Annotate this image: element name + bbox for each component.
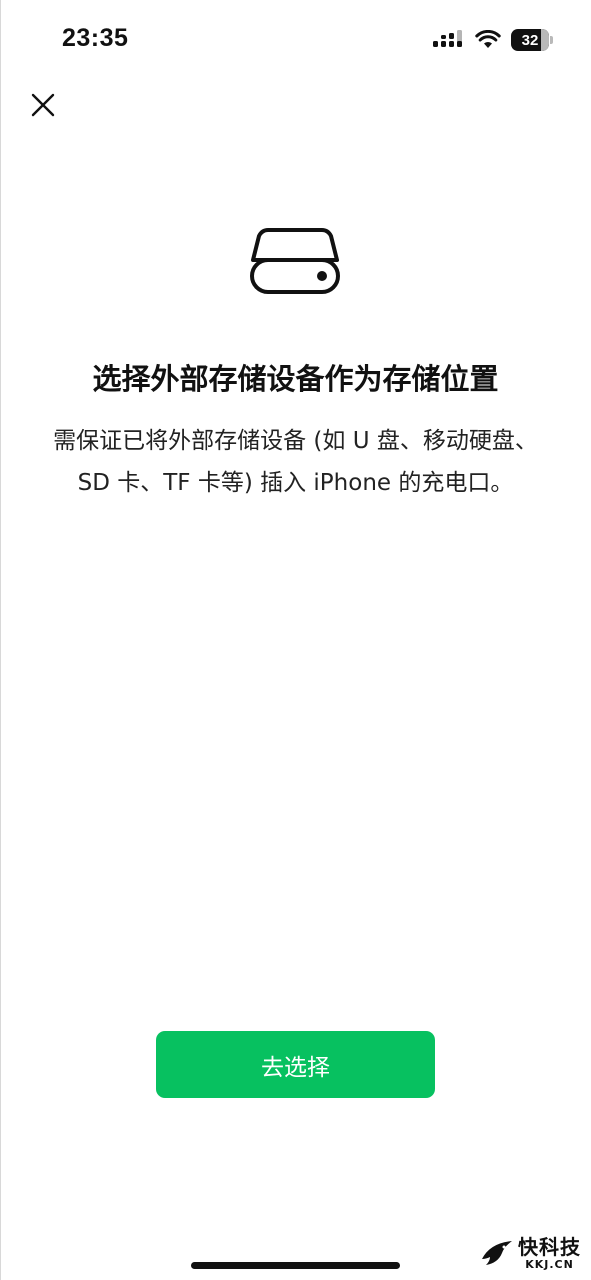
close-button[interactable] [26,88,60,122]
page-title: 选择外部存储设备作为存储位置 [92,362,499,396]
watermark-main-text: 快科技 [518,1235,581,1259]
screen: 23:35 32 选择外部存储设备作为存储位置 需保证已将外部存储设备 (如 U… [0,0,591,1280]
wifi-icon [475,30,501,48]
watermark-logo: 快科技 KKJ.CN [480,1237,581,1270]
home-indicator[interactable] [191,1262,400,1269]
left-edge-divider [0,0,1,1280]
status-icons: 32 [433,26,553,54]
status-bar: 23:35 32 [0,0,591,80]
cellular-signal-icon [433,30,462,47]
bird-logo-icon [482,1240,512,1265]
battery-level: 32 [521,31,539,49]
battery-cap [550,36,553,44]
battery-body: 32 [511,29,549,51]
status-time: 23:35 [62,24,129,52]
watermark-text: 快科技 KKJ.CN [518,1237,581,1270]
battery-empty-portion [540,29,549,51]
watermark-sub-text: KKJ.CN [525,1258,574,1271]
battery-icon: 32 [511,29,553,51]
description-text: 需保证已将外部存储设备 (如 U 盘、移动硬盘、SD 卡、TF 卡等) 插入 i… [53,428,538,496]
external-drive-icon [250,228,340,294]
close-icon [31,93,55,117]
select-button[interactable]: 去选择 [156,1031,435,1098]
